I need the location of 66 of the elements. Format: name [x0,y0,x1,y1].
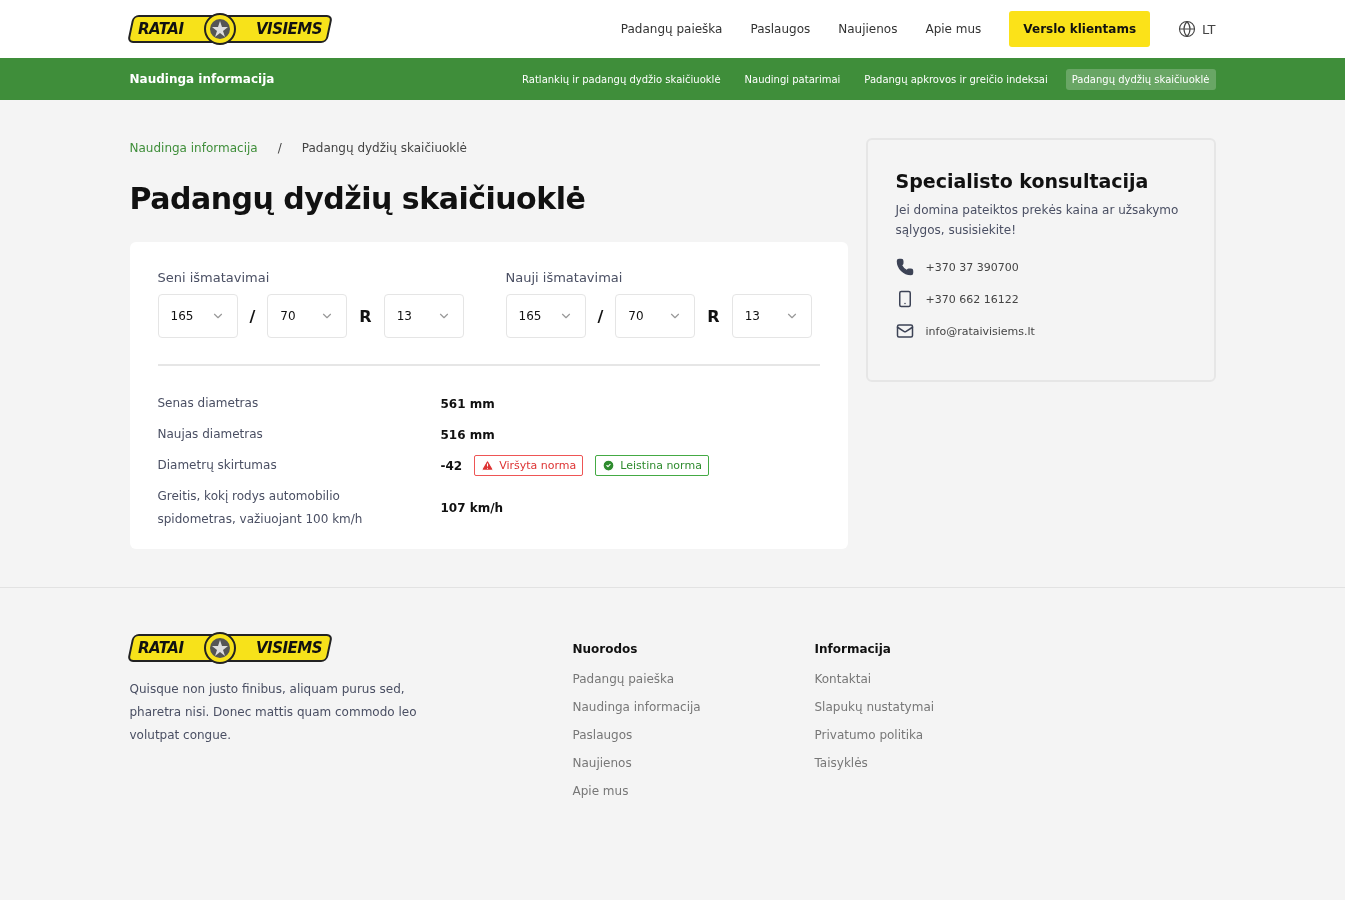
footer-link[interactable]: Kontaktai [814,672,1057,686]
logo[interactable]: RATAI VISIEMS [126,15,333,43]
logo-text: RATAI [137,639,183,657]
profile-select[interactable]: 70 [267,294,348,338]
nav-link[interactable]: Apie mus [925,22,982,36]
email-icon [895,322,914,340]
footer-link[interactable]: Padangų paieška [572,672,815,686]
contact-text: Jei domina pateiktos prekės kaina ar užsakymo sąlygos, susisiekite! [895,202,1180,239]
profile-select[interactable]: 70 [615,294,696,338]
logo[interactable]: RATAI VISIEMS [126,634,333,662]
result-value: -42 [440,458,463,473]
footer-link[interactable]: Privatumo politika [814,728,1057,742]
logo-text: VISIEMS [255,20,322,38]
slash-separator: / [597,306,604,326]
width-select[interactable]: 165 [505,294,586,338]
group-label: Nauji išmatavimai [505,270,624,285]
footer-text: Quisque non justo finibus, aliquam purus sed, pharetra nisi. Donec mattis quam commodo leo volutpat congue. [129,681,418,744]
footer-link[interactable]: Apie mus [572,784,815,798]
phone-icon [895,258,914,276]
result-label: Naujas diametras [157,426,264,443]
logo-text: RATAI [137,20,183,38]
result-label: Senas diametras [157,395,260,412]
logo-text: VISIEMS [255,639,322,657]
footer-link[interactable]: Taisyklės [814,756,1057,770]
subnav-title: Naudinga informacija [129,72,275,86]
footer-link[interactable]: Naujienos [572,756,815,770]
wheel-icon [202,12,237,46]
page-title: Padangų dydžių skaičiuoklė [129,181,587,216]
subnav-link[interactable]: Naudingi patarimai [738,68,847,90]
rim-label: R [707,306,720,326]
warning-icon [481,459,495,472]
contact-link[interactable]: +370 37 390700 [925,260,1019,274]
subnav-link[interactable]: Padangų apkrovos ir greičio indeksai [858,68,1054,90]
breadcrumb-link[interactable]: Naudinga informacija [129,141,258,155]
subnav-link[interactable]: Ratlankių ir padangų dydžio skaičiuoklė [516,68,727,90]
footer-link[interactable]: Naudinga informacija [572,700,815,714]
nav-link[interactable]: Paslaugos [750,22,811,36]
rim-select[interactable]: 13 [731,294,812,338]
contact-link[interactable]: info@rataivisiems.lt [925,324,1035,338]
breadcrumb-separator: / [277,141,282,155]
breadcrumb-current: Padangų dydžių skaičiuoklė [301,141,467,155]
footer-heading: Nuorodos [572,642,639,656]
result-label: Greitis, kokį rodys automobilio spidometras, važiuojant 100 km/h [157,488,364,528]
status-badge: Viršyta norma [474,455,584,476]
contact-title: Specialisto konsultacija [895,170,1150,192]
language-selector[interactable]: LT [1178,20,1216,38]
footer-link[interactable]: Paslaugos [572,728,815,742]
slash-separator: / [249,306,256,326]
business-button[interactable]: Verslo klientams [1009,11,1151,47]
globe-icon [1178,20,1197,38]
footer-heading: Informacija [814,642,892,656]
result-value: 561 mm [440,396,495,411]
result-value: 107 km/h [440,501,504,515]
check-icon [602,459,616,472]
contact-link[interactable]: +370 662 16122 [925,292,1019,306]
rim-label: R [359,306,372,326]
wheel-icon [202,631,237,665]
footer-link[interactable]: Slapukų nustatymai [814,700,1057,714]
result-value: 516 mm [440,427,495,442]
nav-link[interactable]: Padangų paieška [620,22,723,36]
rim-select[interactable]: 13 [383,294,464,338]
status-badge: Leistina norma [595,455,709,476]
width-select[interactable]: 165 [157,294,238,338]
nav-link[interactable]: Naujienos [838,22,898,36]
result-label: Diametrų skirtumas [157,457,278,474]
group-label: Seni išmatavimai [157,270,271,285]
